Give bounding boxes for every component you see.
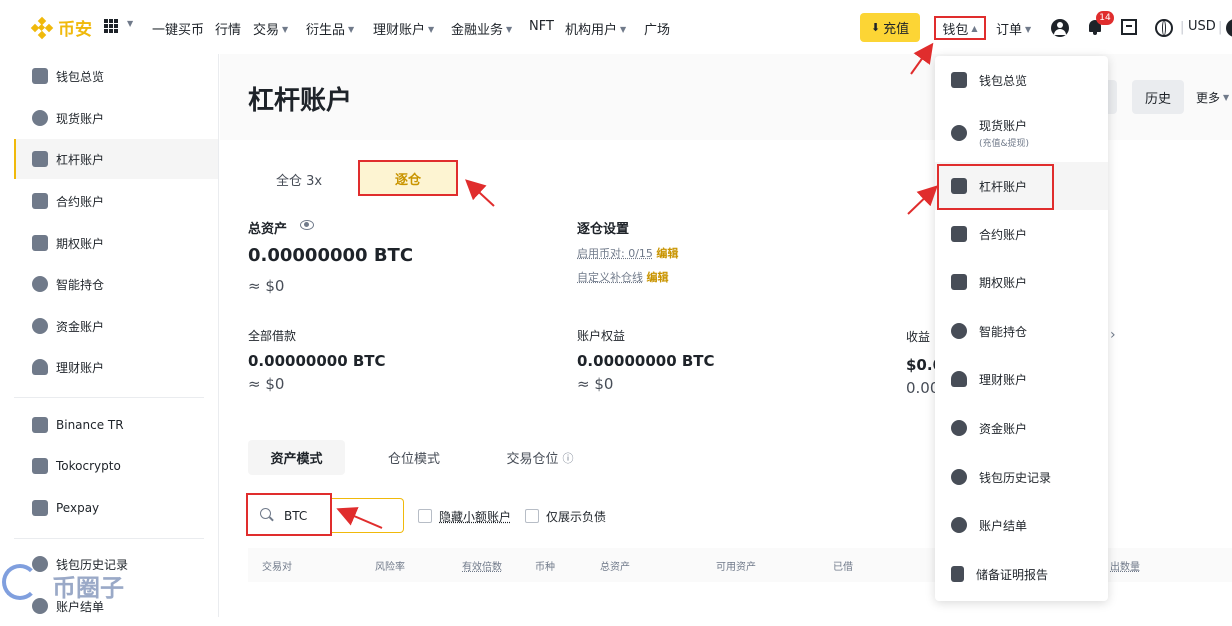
watermark-logo-icon <box>2 564 38 600</box>
watermark-text: 币圈子 <box>52 574 124 602</box>
watermark: 币圈子 <box>0 560 150 617</box>
arrow-to-isolated-tab <box>465 179 495 207</box>
arrow-to-margin-account <box>907 185 938 215</box>
arrow-to-wallet <box>910 42 934 75</box>
arrow-to-search <box>336 507 383 529</box>
annotation-arrows <box>336 42 938 529</box>
